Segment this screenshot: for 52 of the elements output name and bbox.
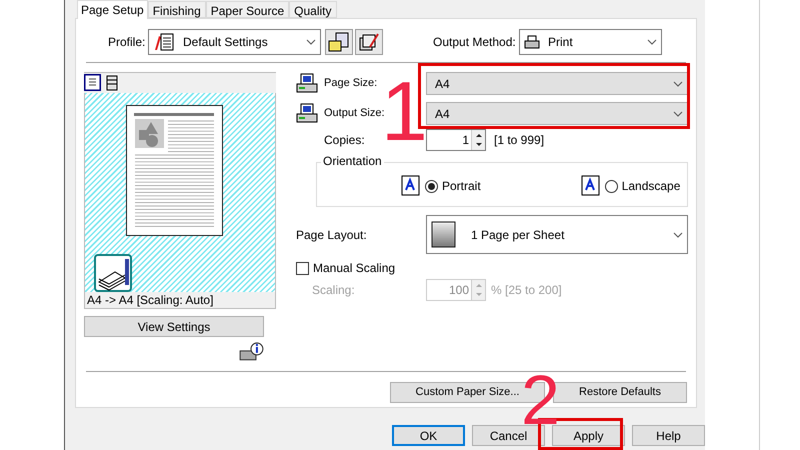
- view-settings-button[interactable]: View Settings: [84, 316, 264, 338]
- computer-icon: [296, 72, 318, 94]
- output-method-label: Output Method:: [433, 34, 517, 50]
- output-method-dropdown[interactable]: Print: [519, 28, 662, 54]
- chevron-down-icon: [647, 38, 657, 44]
- pages-pencil-icon: [358, 32, 380, 52]
- chevron-down-icon: [306, 38, 316, 44]
- chevron-down-icon: [673, 232, 683, 238]
- page-letter-icon: [580, 175, 601, 197]
- document-icon: [153, 32, 175, 52]
- chevron-down-icon: [673, 80, 683, 86]
- checkbox-label: Manual Scaling: [313, 260, 396, 277]
- tab[interactable]: Finishing: [148, 1, 206, 18]
- preview-caption: A4 -> A4 [Scaling: Auto]: [84, 292, 276, 310]
- radio-button[interactable]: [604, 180, 618, 192]
- edit-profile-button[interactable]: [355, 28, 383, 54]
- dialog-button[interactable]: Cancel: [472, 425, 545, 446]
- page-letter-icon: [401, 175, 421, 197]
- dialog-button[interactable]: Help: [632, 425, 705, 446]
- chevron-down-icon: [673, 110, 683, 116]
- tab[interactable]: Quality: [289, 1, 336, 18]
- copies-spinbox[interactable]: 1: [426, 129, 486, 151]
- tab[interactable]: Page Setup: [77, 0, 148, 19]
- scaling-label: Scaling:: [312, 282, 356, 299]
- page-layout-dropdown[interactable]: 1 Page per Sheet: [426, 215, 688, 254]
- page-size-dropdown[interactable]: A4: [426, 72, 688, 95]
- output-size-label: Output Size:: [324, 106, 386, 122]
- radio-button[interactable]: [425, 180, 438, 192]
- scaling-range: % [25 to 200]: [491, 282, 562, 299]
- import-profile-button[interactable]: [325, 28, 353, 54]
- tab[interactable]: Paper Source: [206, 1, 290, 18]
- page-layout-label: Page Layout:: [296, 226, 368, 244]
- printer-icon: [296, 102, 318, 124]
- page-layout-icon: [431, 220, 457, 248]
- spin-buttons[interactable]: [471, 130, 485, 150]
- folder-icon: [328, 32, 350, 52]
- checkbox[interactable]: [296, 262, 309, 274]
- stacked-paper-icon[interactable]: [94, 254, 132, 292]
- dialog-button[interactable]: OK: [392, 425, 465, 446]
- radio-label: Portrait: [442, 178, 481, 195]
- page-size-label: Page Size:: [324, 76, 378, 92]
- printer-icon: [524, 34, 540, 48]
- copies-label: Copies:: [324, 132, 366, 149]
- orientation-title: Orientation: [321, 154, 384, 168]
- output-size-dropdown[interactable]: A4: [426, 102, 688, 125]
- dialog-button[interactable]: Apply: [552, 425, 625, 446]
- printer-info-icon[interactable]: [238, 342, 264, 362]
- profile-dropdown[interactable]: Default Settings: [148, 28, 321, 54]
- profile-label: Profile:: [108, 34, 146, 50]
- copies-range: [1 to 999]: [494, 132, 544, 149]
- page-view-icon[interactable]: [84, 74, 101, 92]
- radio-label: Landscape: [622, 178, 680, 195]
